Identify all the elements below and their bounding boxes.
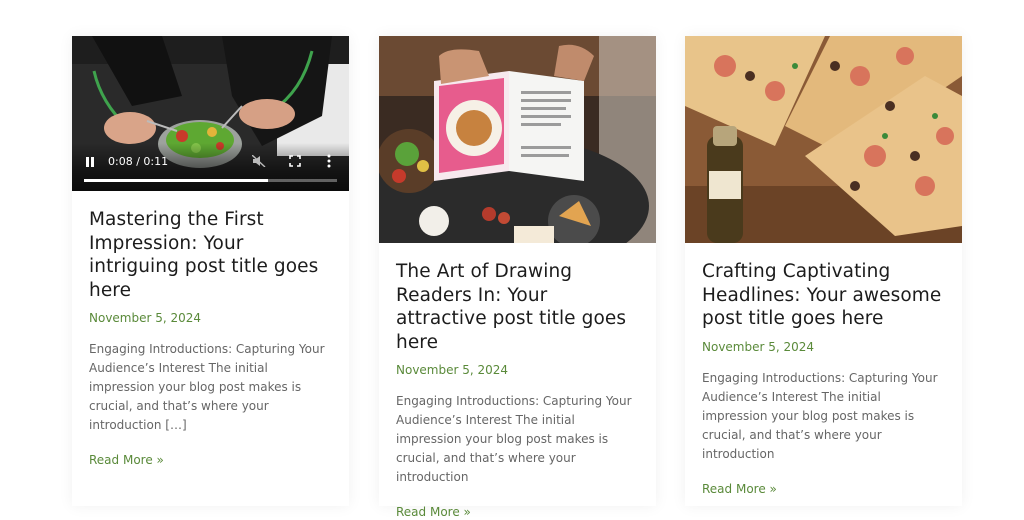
post-date: November 5, 2024 [702,339,815,354]
post-date: November 5, 2024 [89,311,202,325]
fullscreen-icon[interactable] [289,155,301,170]
post-excerpt: Engaging Introductions: Capturing Your A… [396,394,632,484]
post-title[interactable]: Crafting Captivating Headlines: Your awe… [702,260,945,331]
post-card-body: The Art of Drawing Readers In: Your attr… [379,243,656,520]
post-title[interactable]: Mastering the First Impression: Your int… [89,208,332,302]
post-image[interactable] [379,36,656,243]
post-image[interactable] [685,36,962,243]
more-options-icon[interactable] [327,154,331,171]
post-excerpt: Engaging Introductions: Capturing Your A… [702,370,938,461]
post-title[interactable]: The Art of Drawing Readers In: Your attr… [396,260,639,354]
post-video[interactable]: 0:08 / 0:11 [72,36,349,191]
pizza-image [685,36,962,243]
video-controls: 0:08 / 0:11 [72,143,349,191]
cookbook-image [379,36,656,243]
mute-icon[interactable] [251,154,266,170]
post-card: 0:08 / 0:11 Mastering the First Impressi… [72,36,349,506]
read-more-link[interactable]: Read More » [89,453,164,467]
post-card: Crafting Captivating Headlines: Your awe… [685,36,962,506]
post-card: The Art of Drawing Readers In: Your attr… [379,36,656,519]
post-excerpt: Engaging Introductions: Capturing Your A… [89,342,325,432]
blog-post-grid: 0:08 / 0:11 Mastering the First Impressi… [0,0,1024,519]
post-card-body: Crafting Captivating Headlines: Your awe… [685,243,962,497]
video-progress-bar[interactable] [84,179,337,182]
post-date: November 5, 2024 [396,363,509,377]
pause-icon[interactable] [85,157,95,167]
video-time: 0:08 / 0:11 [108,155,169,168]
video-progress-fill [84,179,268,182]
read-more-link[interactable]: Read More » [396,505,471,519]
read-more-link[interactable]: Read More » [702,482,777,496]
post-card-body: Mastering the First Impression: Your int… [72,191,349,468]
